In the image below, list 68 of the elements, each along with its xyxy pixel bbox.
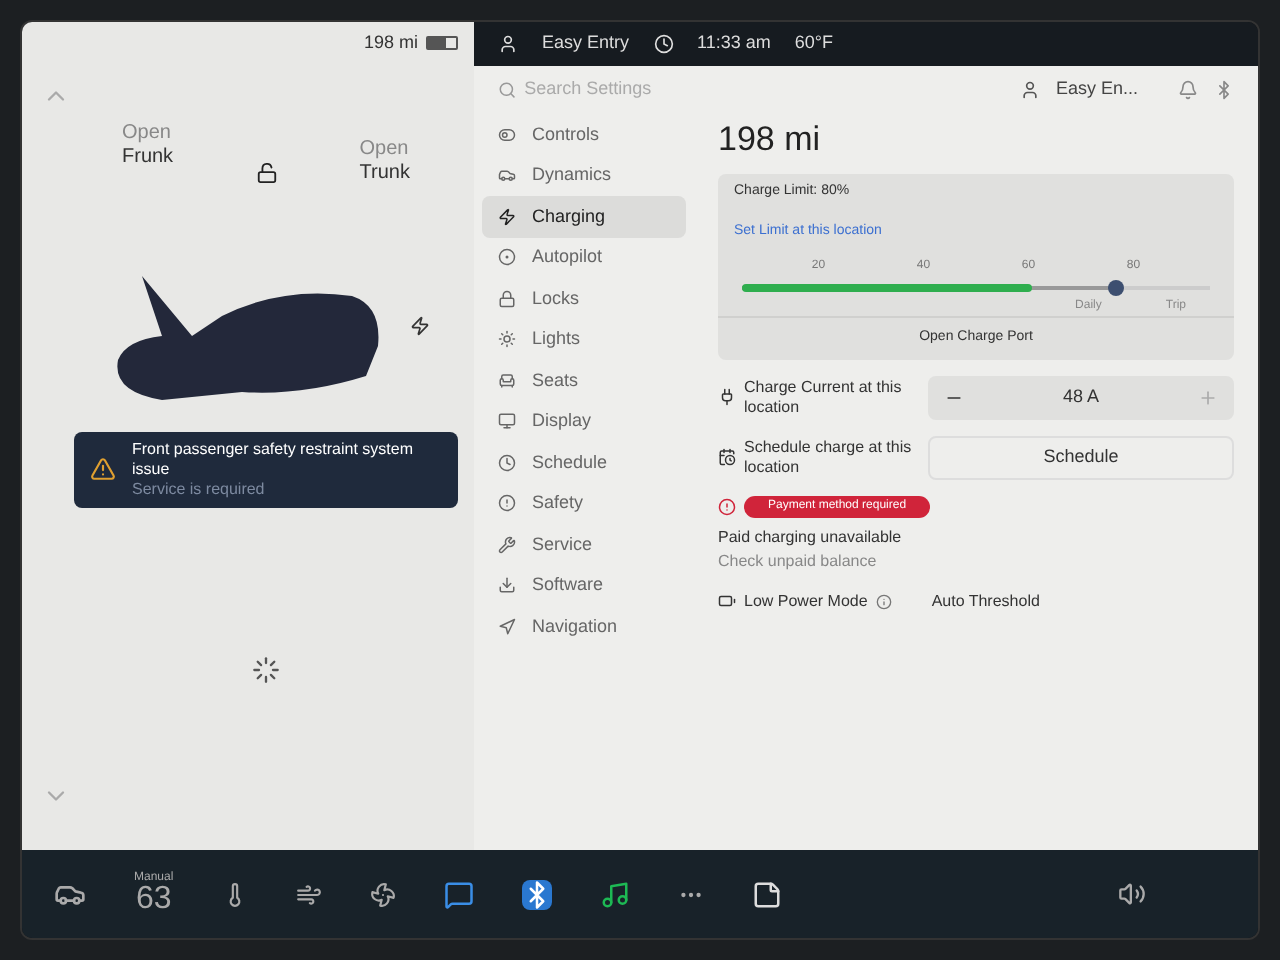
payment-title: Paid charging unavailable (718, 525, 904, 549)
clock-icon (653, 34, 674, 54)
settings-menu-item[interactable]: Locks (482, 278, 686, 319)
battery-mode-icon (718, 592, 736, 610)
menu-item-icon (498, 371, 516, 390)
menu-item-icon (498, 330, 516, 349)
range-heading: 198 mi (718, 118, 823, 162)
settings-menu-item[interactable]: Display (482, 401, 686, 442)
search-field[interactable]: Search Settings (524, 76, 798, 104)
error-icon (718, 497, 736, 515)
alert-title: Front passenger safety restraint system issue (132, 439, 415, 479)
settings-menu-item[interactable]: Dynamics (482, 155, 686, 196)
settings-menu-item[interactable]: Navigation (482, 606, 686, 647)
menu-item-icon (498, 453, 516, 472)
plug-icon (718, 388, 736, 406)
settings-menu-item[interactable]: Safety (482, 483, 686, 524)
volume-icon[interactable] (1118, 880, 1146, 908)
menu-item-icon (498, 535, 516, 554)
info-icon[interactable] (875, 593, 892, 609)
unlock-icon[interactable] (255, 161, 278, 183)
settings-menu-item[interactable]: Seats (482, 360, 686, 401)
settings-menu-item[interactable]: Controls (482, 114, 686, 155)
low-power-label: Low Power Mode (744, 589, 868, 613)
schedule-label: Schedule charge at this location (744, 437, 914, 477)
bluetooth-icon[interactable] (521, 879, 552, 909)
frunk-button[interactable]: Open Frunk (122, 121, 174, 171)
menu-item-icon (498, 617, 516, 636)
settings-menu-item[interactable]: Charging (482, 196, 686, 237)
settings-menu-item[interactable]: Schedule (482, 442, 686, 483)
range-text: 198 mi (363, 30, 418, 56)
menu-item-icon (498, 125, 516, 144)
time-text: 11:33 am (697, 30, 771, 57)
schedule-button[interactable]: Schedule (928, 435, 1234, 479)
charging-bolt-icon (410, 315, 430, 335)
menu-item-icon (498, 248, 516, 267)
menu-item-icon (498, 166, 516, 185)
warning-icon (90, 456, 116, 482)
charge-current-value: 48 A (1062, 383, 1100, 410)
search-icon (498, 80, 517, 100)
menu-item-icon (498, 207, 516, 226)
settings-menu-item[interactable]: Service (482, 524, 686, 565)
schedule-icon (718, 448, 736, 466)
fan-icon[interactable] (369, 881, 396, 907)
settings-menu-item[interactable]: Autopilot (482, 237, 686, 278)
profile-icon (1019, 80, 1040, 100)
loading-spinner-icon (252, 656, 280, 685)
trunk-button[interactable]: Open Trunk (359, 137, 410, 187)
battery-icon (426, 36, 458, 51)
temperature-control[interactable]: 63 (135, 884, 172, 916)
profile-name[interactable]: Easy Entry (542, 30, 630, 58)
menu-item-icon (498, 576, 516, 595)
profile-icon (498, 34, 518, 54)
music-app-icon[interactable] (599, 879, 630, 909)
settings-menu-item[interactable]: Software (482, 565, 686, 606)
menu-item-icon (498, 289, 516, 308)
bell-icon[interactable] (1178, 80, 1198, 100)
low-power-value[interactable]: Auto Threshold (931, 589, 1040, 613)
menu-item-icon (498, 494, 516, 513)
charge-current-label: Charge Current at this location (744, 377, 904, 417)
payment-subtitle: Check unpaid balance (718, 549, 879, 573)
settings-menu-item[interactable]: Lights (482, 319, 686, 360)
chat-icon[interactable] (443, 879, 474, 909)
temperature-text: 60°F (794, 30, 833, 57)
menu-item-icon (498, 412, 516, 431)
slider-thumb[interactable] (1108, 280, 1125, 296)
alert-subtitle: Service is required (132, 479, 267, 499)
profile-button[interactable]: Easy En... (1055, 76, 1138, 104)
charge-limit-slider[interactable] (742, 280, 1210, 296)
